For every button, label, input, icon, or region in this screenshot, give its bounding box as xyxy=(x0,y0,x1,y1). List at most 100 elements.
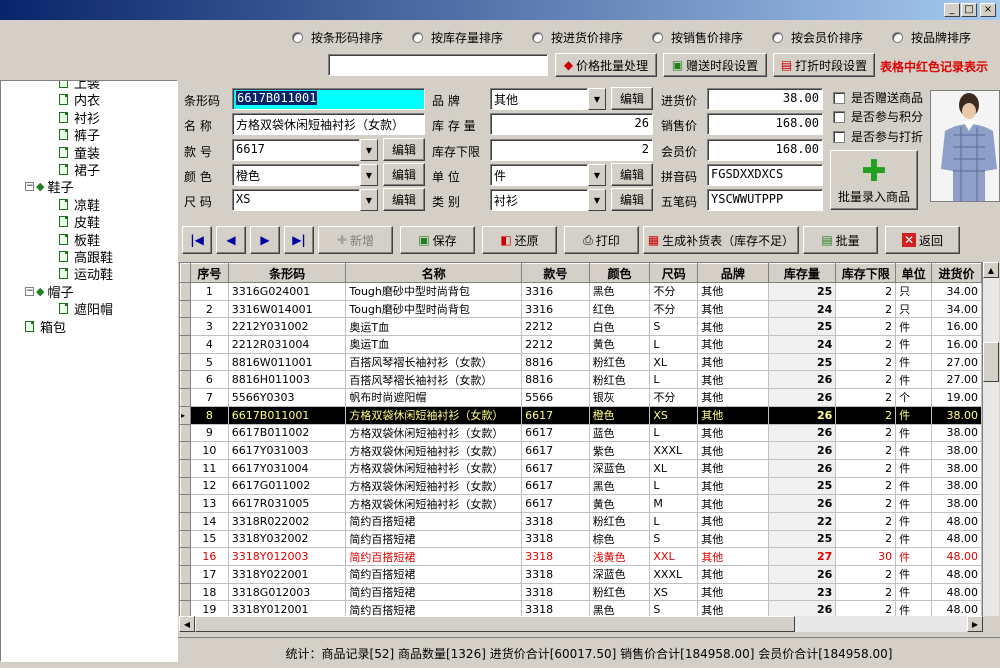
name-field[interactable]: 方格双袋休闲短袖衬衫（女款） xyxy=(232,113,425,135)
row-indicator[interactable] xyxy=(180,352,191,372)
column-header[interactable]: 颜色 xyxy=(588,263,651,283)
next-record-button[interactable]: ▶ xyxy=(250,226,280,254)
member-field[interactable]: 168.00 xyxy=(707,139,823,161)
row-indicator[interactable] xyxy=(180,423,191,443)
table-row[interactable]: 15 3318Y032002 简约百搭短裙 3318 棕色 S 其他 25 2 件 48.00 xyxy=(180,529,982,549)
column-header[interactable]: 库存下限 xyxy=(835,263,897,283)
row-indicator[interactable] xyxy=(180,388,191,407)
tree-node[interactable]: − ◆ 鞋子 xyxy=(25,177,73,196)
row-indicator[interactable] xyxy=(180,494,191,513)
row-indicator[interactable] xyxy=(180,529,191,549)
row-indicator[interactable] xyxy=(180,299,191,319)
table-row[interactable]: 4 2212R031004 奥运T血 2212 黄色 L 其他 24 2 件 16.00 xyxy=(180,335,982,354)
tree-expander-icon[interactable]: − xyxy=(25,182,34,192)
table-row[interactable]: 12 6617G011002 方格双袋休闲短袖衬衫（女款） 6617 黑色 L 其他 25 2 件… xyxy=(180,476,982,496)
maximize-button[interactable]: □ xyxy=(961,3,977,17)
table-row[interactable]: 11 6617Y031004 方格双袋休闲短袖衬衫（女款） 6617 深蓝色 XL 其他 26… xyxy=(180,458,982,478)
discount-checkbox[interactable]: 是否参与打折 xyxy=(833,128,923,145)
table-row[interactable]: 5 8816W011001 百搭风琴褶长袖衬衫（女款） 8816 粉红色 XL 其他 25 2 件… xyxy=(180,352,982,372)
price-batch-button[interactable]: ◆ 价格批量处理 xyxy=(555,53,657,77)
style-field[interactable]: 6617 xyxy=(232,139,360,161)
scroll-right-button[interactable]: ▶ xyxy=(967,616,983,632)
tree-node[interactable]: − ◆ 帽子 xyxy=(25,282,73,301)
points-checkbox[interactable]: 是否参与积分 xyxy=(833,108,923,125)
sort-by-brand[interactable]: 按品牌排序 xyxy=(892,29,971,46)
row-indicator[interactable] xyxy=(180,476,191,496)
brand-field[interactable]: 其他 xyxy=(490,88,588,110)
scroll-up-button[interactable]: ▲ xyxy=(983,262,999,278)
category-tree[interactable]: 上装 内衣 衬衫 裤子 童装 裙子 − ◆ 鞋子 凉鞋 皮鞋 板鞋 高跟鞋 运动鞋 − ◆ 帽子 遮阳帽 箱包 xyxy=(0,80,178,662)
unit-edit-button[interactable]: 编辑 xyxy=(611,163,653,186)
row-indicator[interactable] xyxy=(180,335,191,354)
row-indicator[interactable] xyxy=(180,317,191,337)
search-input[interactable] xyxy=(328,54,548,76)
prev-record-button[interactable]: ◀ xyxy=(216,226,246,254)
row-indicator[interactable] xyxy=(180,547,191,566)
column-header[interactable]: 单位 xyxy=(895,263,933,283)
tree-node[interactable]: 遮阳帽 xyxy=(59,299,113,318)
category-edit-button[interactable]: 编辑 xyxy=(611,188,653,211)
row-indicator[interactable] xyxy=(180,511,191,531)
stock-field[interactable]: 26 xyxy=(490,113,653,135)
color-dropdown[interactable]: ▼ xyxy=(360,164,378,186)
tree-node[interactable]: 皮鞋 xyxy=(59,212,100,231)
row-indicator[interactable] xyxy=(180,370,191,390)
discount-period-button[interactable]: ▤ 打折时段设置 xyxy=(773,53,875,77)
save-button[interactable]: ▣ 保存 xyxy=(400,226,475,254)
size-field[interactable]: XS xyxy=(232,189,360,211)
sort-by-barcode[interactable]: 按条形码排序 xyxy=(292,29,383,46)
column-header[interactable]: 进货价 xyxy=(931,263,982,283)
first-record-button[interactable]: |◀ xyxy=(182,226,212,254)
table-row[interactable]: 1 3316G024001 Tough磨砂中型时尚背包 3316 黑色 不分 其他 25 2 只 3… xyxy=(180,282,982,301)
column-header[interactable]: 库存量 xyxy=(767,263,837,283)
tree-node[interactable]: 衬衫 xyxy=(59,108,100,127)
size-dropdown[interactable]: ▼ xyxy=(360,189,378,211)
stock-min-field[interactable]: 2 xyxy=(490,139,653,161)
wubi-field[interactable]: YSCWWUTPPP xyxy=(707,189,823,211)
table-row[interactable]: 18 3318G012003 简约百搭短裙 3318 粉红色 XS 其他 23 2 件 48.00 xyxy=(180,582,982,602)
style-edit-button[interactable]: 编辑 xyxy=(383,138,425,161)
column-header[interactable]: 条形码 xyxy=(227,263,347,283)
table-row[interactable]: 10 6617Y031003 方格双袋休闲短袖衬衫（女款） 6617 紫色 XXXL 其他 2… xyxy=(180,441,982,460)
batch-button[interactable]: ▤ 批量 xyxy=(803,226,878,254)
tree-node[interactable]: 裤子 xyxy=(59,125,100,144)
tree-node[interactable]: 运动鞋 xyxy=(59,264,113,283)
unit-field[interactable]: 件 xyxy=(490,164,588,186)
brand-edit-button[interactable]: 编辑 xyxy=(611,87,653,110)
row-indicator[interactable] xyxy=(180,441,191,460)
pinyin-field[interactable]: FGSDXXDXCS xyxy=(707,164,823,186)
table-row[interactable]: 17 3318Y022001 简约百搭短裙 3318 深蓝色 XXXL 其他 26 2 件 48.0… xyxy=(180,565,982,584)
brand-dropdown[interactable]: ▼ xyxy=(588,88,606,110)
color-field[interactable]: 橙色 xyxy=(232,164,360,186)
row-indicator[interactable]: ▸ xyxy=(180,405,191,425)
unit-dropdown[interactable]: ▼ xyxy=(588,164,606,186)
sort-by-member[interactable]: 按会员价排序 xyxy=(772,29,863,46)
gift-period-button[interactable]: ▣ 赠送时段设置 xyxy=(663,53,767,77)
minimize-button[interactable]: _ xyxy=(944,3,960,17)
last-record-button[interactable]: ▶| xyxy=(284,226,314,254)
tree-node[interactable]: 箱包 xyxy=(25,317,66,336)
tree-node[interactable]: 童装 xyxy=(59,143,100,162)
size-edit-button[interactable]: 编辑 xyxy=(383,188,425,211)
table-row[interactable]: 14 3318R022002 简约百搭短裙 3318 粉红色 L 其他 22 2 件 48.00 xyxy=(180,511,982,531)
column-header[interactable]: 序号 xyxy=(189,263,229,283)
tree-node[interactable]: 凉鞋 xyxy=(59,195,100,214)
cost-field[interactable]: 38.00 xyxy=(707,88,823,110)
column-header[interactable]: 尺码 xyxy=(649,263,699,283)
h-scroll-thumb[interactable] xyxy=(195,616,795,632)
style-dropdown[interactable]: ▼ xyxy=(360,139,378,161)
scroll-left-button[interactable]: ◀ xyxy=(179,616,195,632)
table-row[interactable]: 7 5566Y0303 帆布时尚遮阳帽 5566 银灰 不分 其他 26 2 个 19.00 xyxy=(180,388,982,407)
scroll-thumb[interactable] xyxy=(983,342,999,382)
table-row[interactable]: 3 2212Y031002 奥运T血 2212 白色 S 其他 25 2 件 16.00 xyxy=(180,317,982,337)
row-indicator[interactable] xyxy=(180,458,191,478)
row-indicator[interactable] xyxy=(180,565,191,584)
row-indicator[interactable] xyxy=(180,582,191,602)
tree-node[interactable]: 高跟鞋 xyxy=(59,247,113,266)
tree-node[interactable]: 内衣 xyxy=(59,90,100,109)
table-row[interactable]: 13 6617R031005 方格双袋休闲短袖衬衫（女款） 6617 黄色 M 其他 26 2 件… xyxy=(180,494,982,513)
table-row[interactable]: 6 8816H011003 百搭风琴褶长袖衬衫（女款） 8816 粉红色 L 其他 26 2 件 2… xyxy=(180,370,982,390)
column-header[interactable]: 品牌 xyxy=(697,263,769,283)
sale-field[interactable]: 168.00 xyxy=(707,113,823,135)
sort-by-sale[interactable]: 按销售价排序 xyxy=(652,29,743,46)
